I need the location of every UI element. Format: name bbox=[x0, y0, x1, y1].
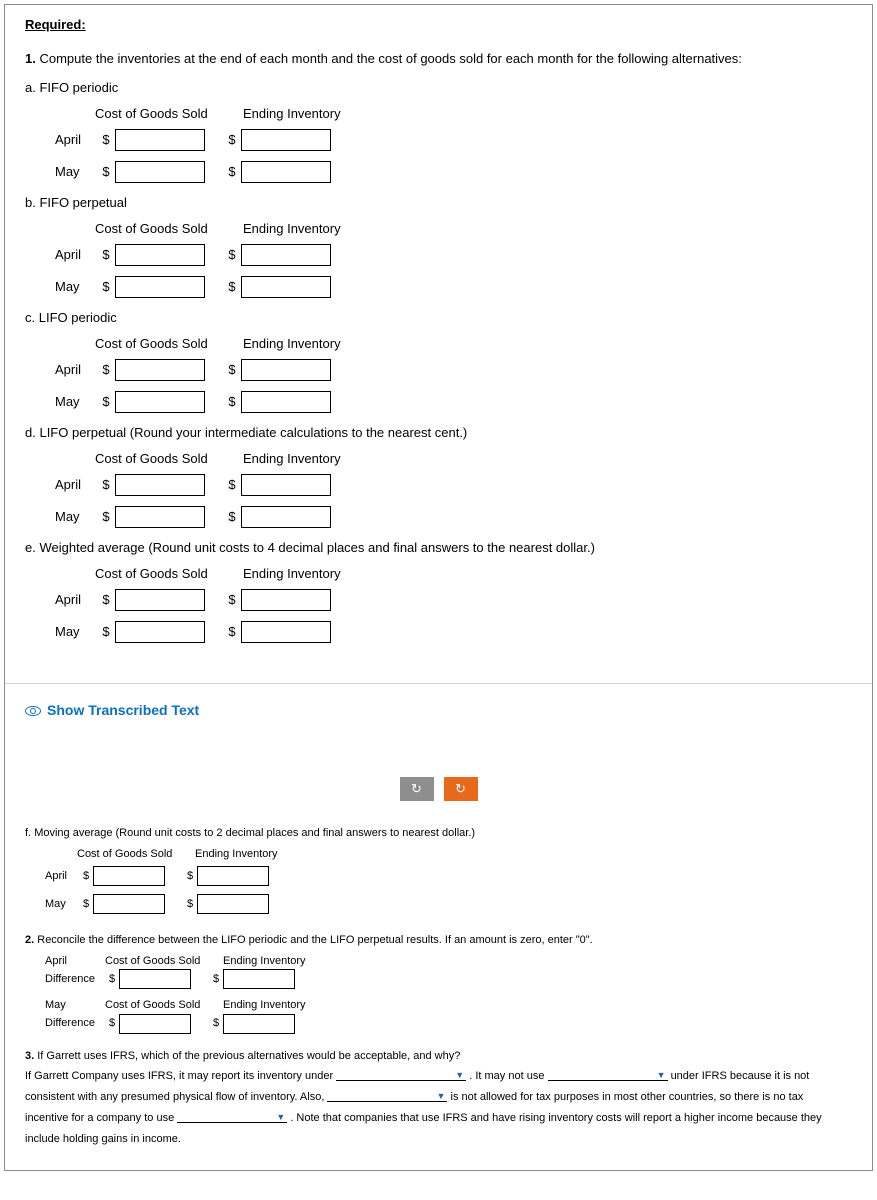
b-may-cogs[interactable] bbox=[115, 276, 205, 298]
q2-may-ei[interactable] bbox=[223, 1014, 295, 1034]
q2-may-block: May Cost of Goods Sold Ending Inventory … bbox=[25, 997, 852, 1034]
e-may-row: May $ $ bbox=[55, 621, 852, 643]
alt-d: d. LIFO perpetual (Round your intermedia… bbox=[25, 423, 852, 443]
chevron-down-icon: ▼ bbox=[276, 1113, 285, 1122]
dropdown-3[interactable]: ▼ bbox=[327, 1092, 447, 1102]
show-transcribed-link[interactable]: Show Transcribed Text bbox=[25, 700, 852, 721]
q2-april-block: April Cost of Goods Sold Ending Inventor… bbox=[25, 953, 852, 990]
e-april-ei[interactable] bbox=[241, 589, 331, 611]
section-q1: Required: 1. Compute the inventories at … bbox=[5, 5, 872, 683]
d-may-cogs[interactable] bbox=[115, 506, 205, 528]
q1-text: 1. Compute the inventories at the end of… bbox=[25, 49, 852, 69]
table-header: Cost of Goods Sold Ending Inventory bbox=[95, 334, 852, 354]
c-april-row: April $ $ bbox=[55, 359, 852, 381]
q2-april-cogs[interactable] bbox=[119, 969, 191, 989]
f-april-cogs[interactable] bbox=[93, 866, 165, 886]
d-may-row: May $ $ bbox=[55, 506, 852, 528]
f-may-cogs[interactable] bbox=[93, 894, 165, 914]
reload-icon: ↻ bbox=[455, 779, 466, 799]
chevron-down-icon: ▼ bbox=[657, 1071, 666, 1080]
alt-e: e. Weighted average (Round unit costs to… bbox=[25, 538, 852, 558]
d-april-cogs[interactable] bbox=[115, 474, 205, 496]
f-may-ei[interactable] bbox=[197, 894, 269, 914]
a-april-ei[interactable] bbox=[241, 129, 331, 151]
q3-block: 3. If Garrett uses IFRS, which of the pr… bbox=[25, 1046, 852, 1150]
e-may-ei[interactable] bbox=[241, 621, 331, 643]
d-april-ei[interactable] bbox=[241, 474, 331, 496]
q2-may-diff-row: Difference $ $ bbox=[45, 1014, 852, 1034]
eye-icon bbox=[25, 706, 41, 716]
q3-fill-line-4: include holding gains in income. bbox=[25, 1129, 852, 1150]
alt-f: f. Moving average (Round unit costs to 2… bbox=[25, 825, 852, 842]
required-heading: Required: bbox=[25, 15, 86, 35]
dropdown-2[interactable]: ▼ bbox=[548, 1071, 668, 1081]
alt-b: b. FIFO perpetual bbox=[25, 193, 852, 213]
refresh-icon: ↻ bbox=[411, 779, 422, 799]
transcribed-section: Show Transcribed Text bbox=[5, 683, 872, 771]
table-header: Cost of Goods Sold Ending Inventory bbox=[77, 846, 852, 863]
b-april-row: April $ $ bbox=[55, 244, 852, 266]
f-april-row: April $ $ bbox=[45, 866, 852, 886]
chevron-down-icon: ▼ bbox=[455, 1071, 464, 1080]
b-may-row: May $ $ bbox=[55, 276, 852, 298]
a-april-cogs[interactable] bbox=[115, 129, 205, 151]
alt-a: a. FIFO periodic bbox=[25, 78, 852, 98]
a-may-row: May $ $ bbox=[55, 161, 852, 183]
q2-text: 2. Reconcile the difference between the … bbox=[25, 932, 852, 949]
section-lower: f. Moving average (Round unit costs to 2… bbox=[5, 811, 872, 1170]
q3-fill-line-1: If Garrett Company uses IFRS, it may rep… bbox=[25, 1066, 852, 1087]
q2-april-ei[interactable] bbox=[223, 969, 295, 989]
c-may-row: May $ $ bbox=[55, 391, 852, 413]
table-header: Cost of Goods Sold Ending Inventory bbox=[95, 449, 852, 469]
table-header: Cost of Goods Sold Ending Inventory bbox=[95, 564, 852, 584]
q3-fill-line-2: consistent with any presumed physical fl… bbox=[25, 1087, 852, 1108]
q2-april-diff-row: Difference $ $ bbox=[45, 969, 852, 989]
d-may-ei[interactable] bbox=[241, 506, 331, 528]
dropdown-4[interactable]: ▼ bbox=[177, 1113, 287, 1123]
q2-may-cogs[interactable] bbox=[119, 1014, 191, 1034]
e-april-row: April $ $ bbox=[55, 589, 852, 611]
reload-button[interactable]: ↻ bbox=[444, 777, 478, 801]
b-may-ei[interactable] bbox=[241, 276, 331, 298]
b-april-cogs[interactable] bbox=[115, 244, 205, 266]
problem-page: Required: 1. Compute the inventories at … bbox=[4, 4, 873, 1171]
q3-fill-line-3: incentive for a company to use ▼ . Note … bbox=[25, 1108, 852, 1129]
alt-c: c. LIFO periodic bbox=[25, 308, 852, 328]
e-april-cogs[interactable] bbox=[115, 589, 205, 611]
c-april-ei[interactable] bbox=[241, 359, 331, 381]
d-april-row: April $ $ bbox=[55, 474, 852, 496]
b-april-ei[interactable] bbox=[241, 244, 331, 266]
e-may-cogs[interactable] bbox=[115, 621, 205, 643]
f-may-row: May $ $ bbox=[45, 894, 852, 914]
dropdown-1[interactable]: ▼ bbox=[336, 1071, 466, 1081]
q3-prompt: 3. If Garrett uses IFRS, which of the pr… bbox=[25, 1046, 852, 1067]
a-april-row: April $ $ bbox=[55, 129, 852, 151]
chevron-down-icon: ▼ bbox=[437, 1092, 446, 1101]
c-may-cogs[interactable] bbox=[115, 391, 205, 413]
c-may-ei[interactable] bbox=[241, 391, 331, 413]
table-header: Cost of Goods Sold Ending Inventory bbox=[95, 104, 852, 124]
table-header: Cost of Goods Sold Ending Inventory bbox=[95, 219, 852, 239]
refresh-button[interactable]: ↻ bbox=[400, 777, 434, 801]
a-may-ei[interactable] bbox=[241, 161, 331, 183]
nav-buttons: ↻ ↻ bbox=[5, 771, 872, 811]
c-april-cogs[interactable] bbox=[115, 359, 205, 381]
a-may-cogs[interactable] bbox=[115, 161, 205, 183]
f-april-ei[interactable] bbox=[197, 866, 269, 886]
